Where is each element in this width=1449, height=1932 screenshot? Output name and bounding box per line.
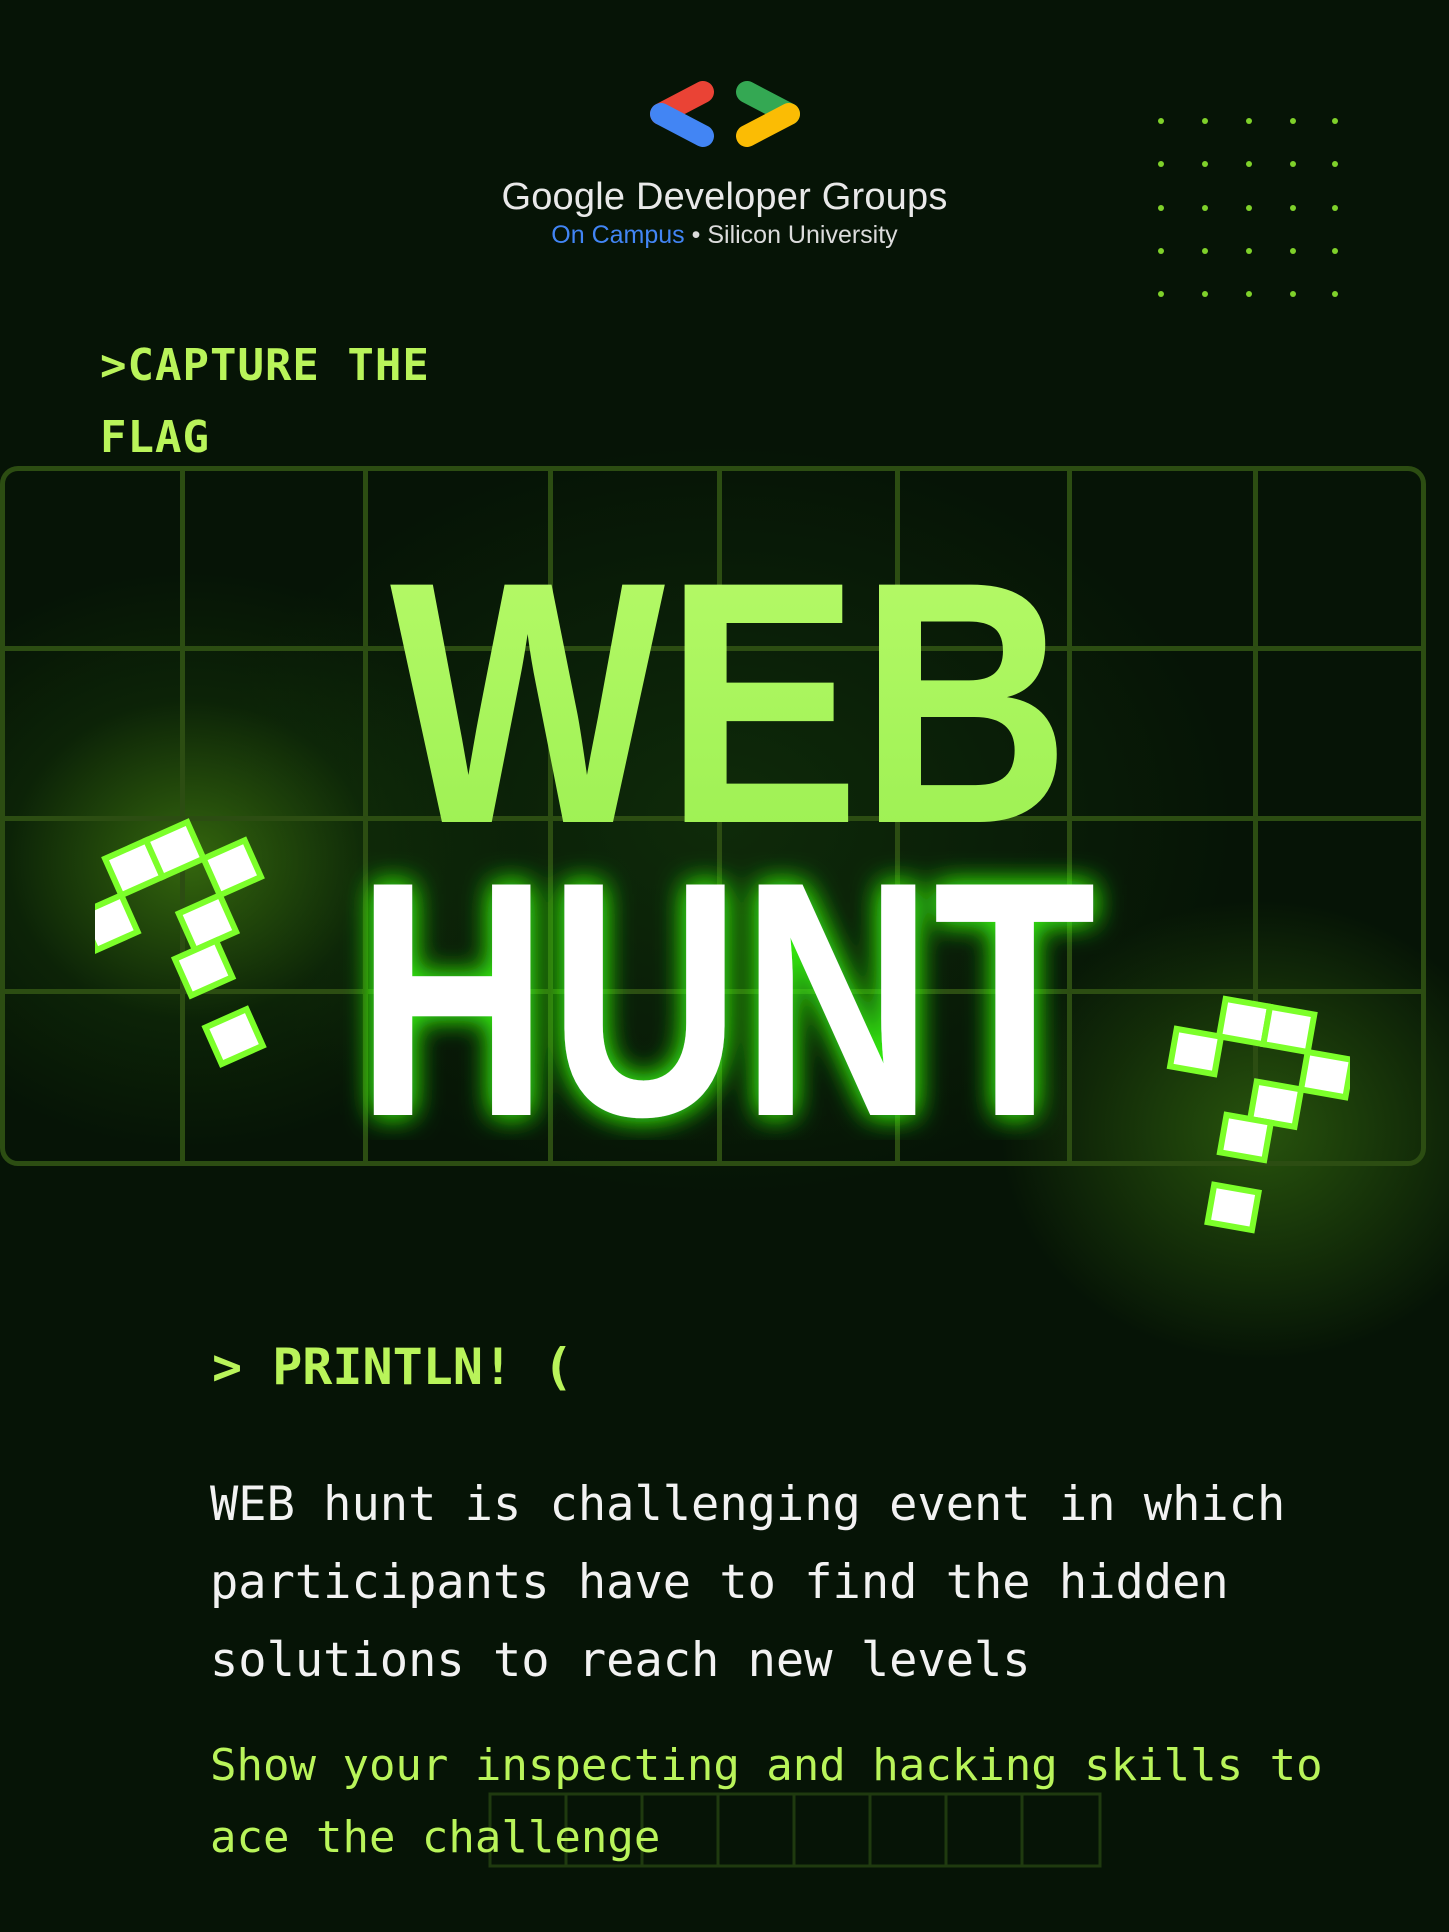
println-heading: > PRINTLN! ( <box>212 1338 574 1396</box>
question-mark-icon <box>95 818 267 1068</box>
gdg-logo-icon <box>649 81 800 147</box>
poster-background: Google Developer Groups On Campus • Sili… <box>0 0 1449 1932</box>
headline-hunt: HUNT <box>356 812 1096 1140</box>
event-description: WEB hunt is challenging event in which p… <box>210 1477 1286 1688</box>
tag-line-1: >CAPTURE THE <box>100 340 430 391</box>
dot-matrix-decoration <box>1158 118 1338 297</box>
capture-the-flag-tag: >CAPTURE THE FLAG <box>100 330 430 474</box>
gdg-separator: • <box>684 221 708 249</box>
gdg-university: Silicon University <box>707 221 898 249</box>
gdg-campus: On Campus <box>551 221 685 249</box>
question-mark-icon <box>1166 995 1350 1234</box>
tag-line-2: FLAG <box>100 412 210 463</box>
call-to-action: Show your inspecting and hacking skills … <box>210 1740 1323 1863</box>
